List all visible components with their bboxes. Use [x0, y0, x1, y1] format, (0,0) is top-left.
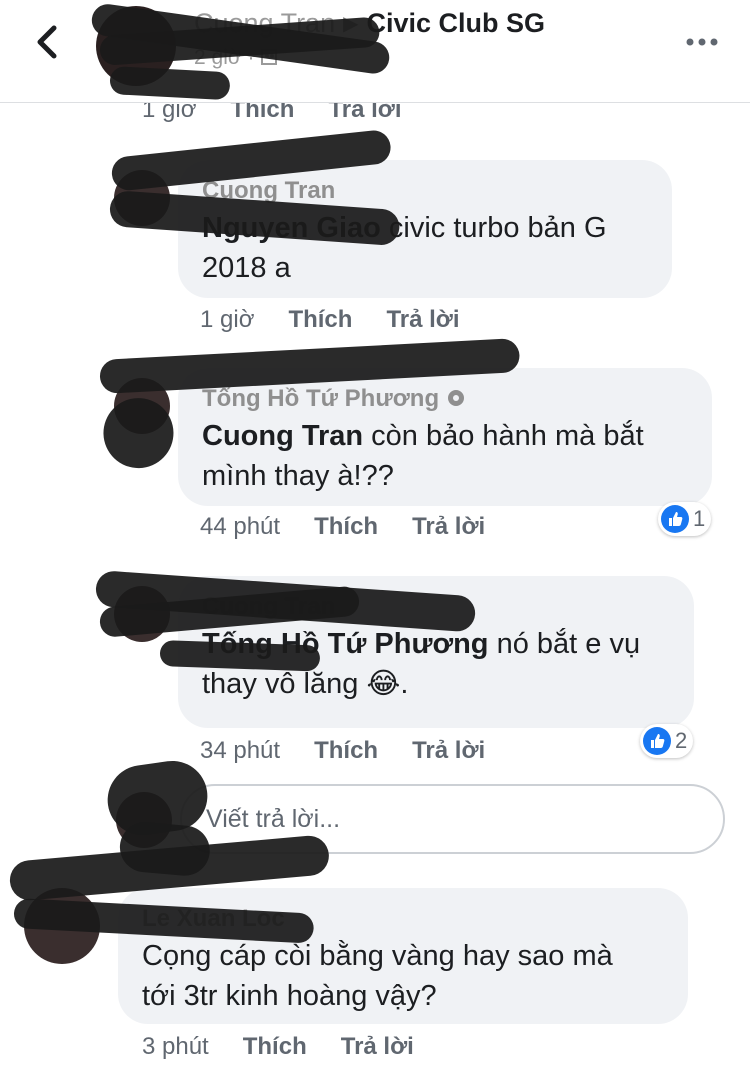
comment-text-part: tới 3tr kinh hoàng vậy? — [142, 980, 437, 1012]
like-action[interactable]: Thích — [243, 1033, 307, 1060]
comment-actions: 34 phút Thích Trả lời — [200, 737, 519, 765]
comment-text-part: . — [400, 668, 409, 700]
reply-action[interactable]: Trả lời — [412, 513, 485, 540]
comment-text-part: mình thay à!?? — [202, 460, 394, 492]
post-header: Cuong Tran▶Civic Club SG 2 giờ · — [0, 0, 750, 103]
comment-author[interactable]: Tống Hồ Tứ Phương — [202, 382, 690, 416]
redaction-scribble — [109, 66, 231, 101]
more-options-icon[interactable] — [682, 26, 722, 56]
like-action[interactable]: Thích — [314, 737, 378, 764]
like-action[interactable]: Thích — [288, 306, 352, 333]
like-action[interactable]: Thích — [314, 513, 378, 540]
like-reaction-icon — [643, 727, 671, 755]
reaction-number: 1 — [693, 506, 706, 531]
comment-text-part: 2018 a — [202, 252, 291, 284]
comment-text: Cuong Tran còn bảo hành mà bắt mình thay … — [202, 416, 690, 496]
reply-action[interactable]: Trả lời — [386, 306, 459, 333]
redaction-scribble — [159, 640, 321, 672]
comment-text-part: còn bảo hành mà bắt — [363, 420, 644, 452]
comment-time: 44 phút — [200, 513, 281, 540]
comment-time: 1 giờ — [200, 306, 255, 333]
laughing-emoji: 😂 — [366, 668, 401, 700]
comment-text-part: Cọng cáp còi bằng vàng hay sao mà — [142, 940, 613, 972]
comment-bubble: Tống Hồ Tứ Phương Cuong Tran còn bảo hàn… — [178, 368, 712, 506]
like-reaction-icon — [661, 505, 689, 533]
verified-badge-icon — [447, 390, 464, 406]
back-chevron-icon[interactable] — [30, 22, 66, 62]
mention-tag[interactable]: Cuong Tran — [202, 420, 363, 452]
reply-action[interactable]: Trả lời — [412, 737, 485, 764]
reaction-count[interactable]: 2 — [640, 724, 694, 758]
comment-text-part: nó bắt e vụ — [488, 628, 641, 660]
comment-text-part: civic turbo bản G — [380, 212, 607, 244]
reply-action[interactable]: Trả lời — [341, 1033, 414, 1060]
comment-actions: 44 phút Thích Trả lời — [200, 513, 519, 541]
reaction-count[interactable]: 1 — [658, 502, 712, 536]
comment-text-part: thay vô lăng — [202, 668, 367, 700]
comment-text: Cọng cáp còi bằng vàng hay sao mà tới 3tr… — [142, 936, 666, 1016]
comment-time: 3 phút — [142, 1033, 209, 1060]
group-name[interactable]: Civic Club SG — [366, 8, 545, 38]
comment-actions: 3 phút Thích Trả lời — [142, 1033, 448, 1061]
comment-time: 34 phút — [200, 737, 281, 764]
reaction-number: 2 — [675, 728, 688, 753]
comment-actions: 1 giờ Thích Trả lời — [200, 306, 494, 334]
